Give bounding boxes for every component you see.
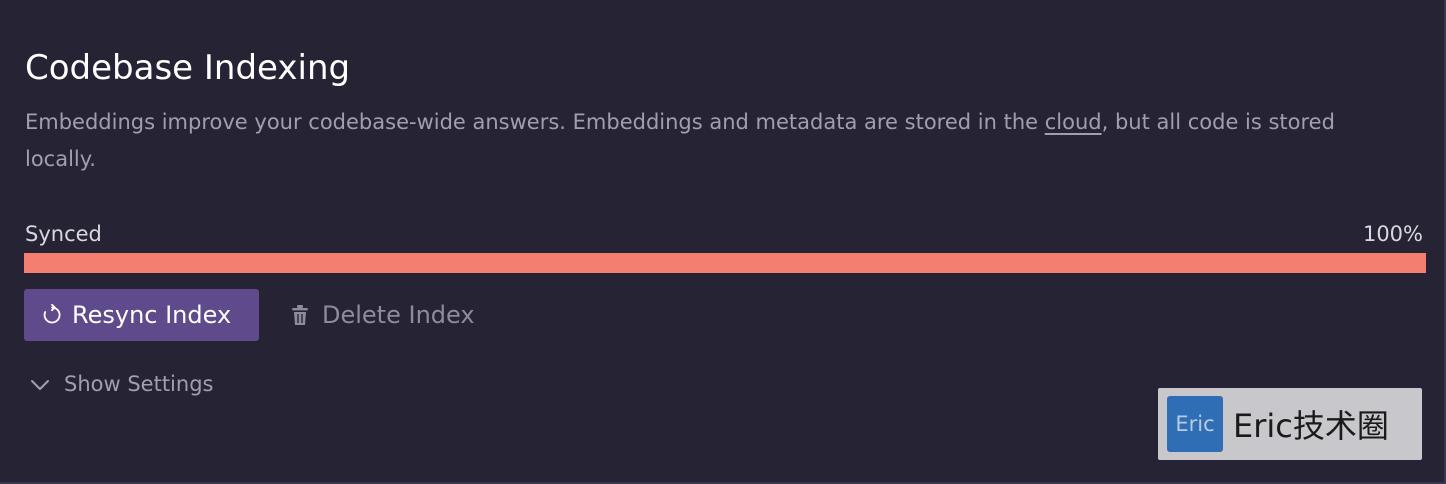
resync-index-label: Resync Index (72, 301, 232, 329)
sync-progress-bar (24, 253, 1426, 273)
delete-index-label: Delete Index (322, 301, 475, 329)
watermark-badge: Eric Eric技术圈 (1158, 388, 1422, 460)
cloud-link[interactable]: cloud (1045, 110, 1102, 134)
resync-index-button[interactable]: Resync Index (24, 289, 259, 341)
delete-index-button[interactable]: Delete Index (290, 289, 475, 341)
watermark-logo: Eric (1167, 396, 1223, 452)
section-title: Codebase Indexing (25, 48, 351, 88)
refresh-icon (41, 303, 63, 326)
watermark-text: Eric技术圈 (1233, 407, 1389, 445)
show-settings-toggle[interactable]: Show Settings (29, 368, 213, 400)
section-description: Embeddings improve your codebase-wide an… (25, 104, 1385, 178)
trash-icon (290, 304, 310, 326)
sync-progress-fill (24, 253, 1426, 273)
sync-status-label: Synced (25, 222, 102, 246)
chevron-down-icon (29, 377, 51, 391)
description-text-start: Embeddings improve your codebase-wide an… (25, 110, 1045, 134)
show-settings-label: Show Settings (64, 372, 214, 396)
sync-percent-label: 100% (1362, 222, 1423, 246)
codebase-indexing-panel: Codebase Indexing Embeddings improve you… (0, 0, 1446, 484)
